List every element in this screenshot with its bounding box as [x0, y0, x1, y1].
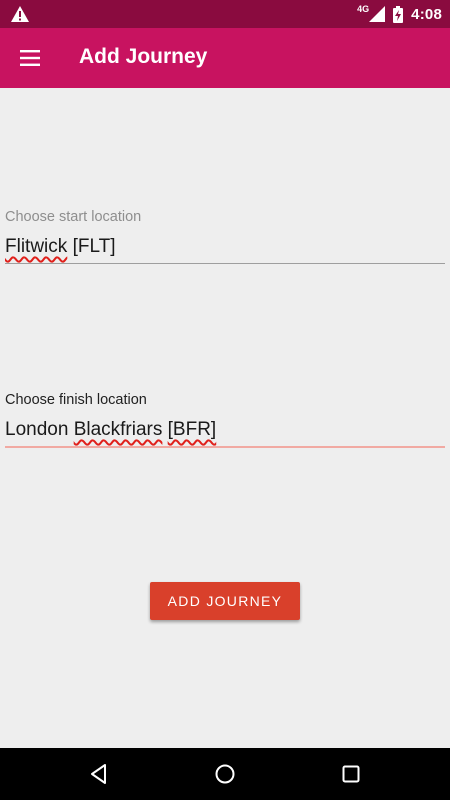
start-location-field[interactable]: Choose start location Flitwick [FLT]	[5, 209, 445, 264]
recents-icon[interactable]	[338, 761, 364, 787]
battery-charging-icon	[393, 5, 404, 23]
warning-icon	[11, 6, 29, 22]
home-icon[interactable]	[212, 761, 238, 787]
status-icons: 4G 4:08	[357, 4, 442, 24]
app-bar: Add Journey	[0, 28, 450, 88]
finish-station-name: Blackfriars	[73, 419, 163, 440]
navigation-bar	[0, 748, 450, 800]
finish-station-prefix: London	[5, 419, 69, 440]
back-icon[interactable]	[86, 761, 112, 787]
start-location-input[interactable]: Flitwick [FLT]	[5, 236, 445, 264]
status-bar: 4G 4:08	[0, 0, 450, 28]
menu-icon[interactable]	[12, 40, 48, 76]
start-station-name: Flitwick	[5, 236, 68, 257]
page-title: Add Journey	[79, 45, 208, 68]
add-journey-button[interactable]: ADD JOURNEY	[150, 582, 300, 620]
start-station-code: [FLT]	[72, 236, 116, 257]
add-journey-screen: 4G 4:08 Add Journey Choose start locatio…	[0, 0, 450, 800]
start-location-label: Choose start location	[5, 209, 142, 225]
finish-location-label: Choose finish location	[5, 392, 147, 408]
finish-location-input[interactable]: London Blackfriars [BFR]	[5, 419, 445, 448]
finish-station-code: [BFR]	[167, 419, 217, 440]
status-clock: 4:08	[411, 5, 442, 23]
finish-location-field[interactable]: Choose finish location London Blackfriar…	[5, 392, 445, 448]
cellular-signal-icon	[369, 6, 386, 22]
network-type-label: 4G	[357, 4, 370, 14]
